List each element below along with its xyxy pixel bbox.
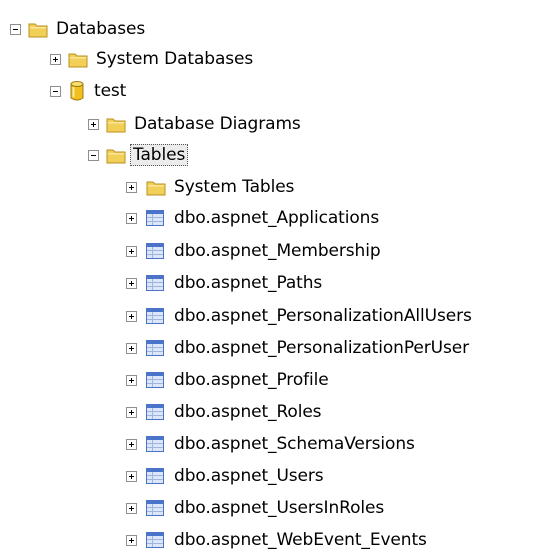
node-label: System Databases <box>96 49 254 69</box>
folder-icon <box>68 53 88 67</box>
tree-node-table[interactable]: dbo.aspnet_Roles <box>126 398 323 426</box>
table-label: dbo.aspnet_Paths <box>174 273 323 293</box>
table-icon <box>146 436 164 452</box>
object-explorer-tree: Databases System Databases test Database… <box>0 0 540 550</box>
expand-toggle[interactable] <box>126 277 137 289</box>
tree-node-table[interactable]: dbo.aspnet_Membership <box>126 237 383 265</box>
table-label: dbo.aspnet_Applications <box>174 208 380 228</box>
expand-toggle[interactable] <box>126 310 137 322</box>
expand-toggle[interactable] <box>126 212 137 224</box>
node-label: System Tables <box>174 177 295 197</box>
table-label: dbo.aspnet_Profile <box>174 370 329 390</box>
folder-icon <box>146 181 166 195</box>
table-icon <box>146 243 164 259</box>
collapse-toggle[interactable] <box>10 23 21 35</box>
expand-toggle[interactable] <box>126 470 137 482</box>
tree-node-database-diagrams[interactable]: Database Diagrams <box>88 110 303 138</box>
tree-node-table[interactable]: dbo.aspnet_Users <box>126 462 326 490</box>
table-icon <box>146 308 164 324</box>
collapse-toggle[interactable] <box>50 85 61 97</box>
tree-node-table[interactable]: dbo.aspnet_Profile <box>126 366 331 394</box>
node-label: test <box>94 81 127 101</box>
node-label: Database Diagrams <box>134 114 301 134</box>
table-icon <box>146 500 164 516</box>
tree-node-table[interactable]: dbo.aspnet_SchemaVersions <box>126 430 417 458</box>
table-icon <box>146 210 164 226</box>
table-label: dbo.aspnet_Membership <box>174 241 381 261</box>
table-icon <box>146 372 164 388</box>
tree-node-tables[interactable]: Tables <box>88 141 189 169</box>
table-icon <box>146 532 164 548</box>
tree-node-table[interactable]: dbo.aspnet_PersonalizationAllUsers <box>126 302 474 330</box>
expand-toggle[interactable] <box>126 438 137 450</box>
tree-node-databases[interactable]: Databases <box>10 15 147 43</box>
table-icon <box>146 275 164 291</box>
tree-node-table[interactable]: dbo.aspnet_UsersInRoles <box>126 494 386 522</box>
tree-node-table[interactable]: dbo.aspnet_Applications <box>126 204 381 232</box>
table-label: dbo.aspnet_Roles <box>174 402 322 422</box>
database-icon <box>70 81 84 101</box>
table-label: dbo.aspnet_PersonalizationAllUsers <box>174 306 472 326</box>
table-label: dbo.aspnet_Users <box>174 466 324 486</box>
tree-node-table[interactable]: dbo.aspnet_Paths <box>126 269 324 297</box>
node-label: Tables <box>130 144 189 166</box>
expand-toggle[interactable] <box>126 181 137 193</box>
expand-toggle[interactable] <box>126 406 137 418</box>
tree-node-table[interactable]: dbo.aspnet_PersonalizationPerUser <box>126 334 471 362</box>
tree-node-system-tables[interactable]: System Tables <box>126 173 296 201</box>
table-icon <box>146 340 164 356</box>
expand-toggle[interactable] <box>126 534 137 546</box>
expand-toggle[interactable] <box>126 374 137 386</box>
table-icon <box>146 404 164 420</box>
folder-icon <box>106 118 126 132</box>
expand-toggle[interactable] <box>50 53 61 65</box>
table-label: dbo.aspnet_UsersInRoles <box>174 498 385 518</box>
table-icon <box>146 468 164 484</box>
folder-icon <box>106 149 126 163</box>
tree-node-system-databases[interactable]: System Databases <box>50 45 255 73</box>
table-label: dbo.aspnet_SchemaVersions <box>174 434 415 454</box>
expand-toggle[interactable] <box>88 118 99 130</box>
tree-node-database-test[interactable]: test <box>50 77 128 105</box>
table-label: dbo.aspnet_PersonalizationPerUser <box>174 338 469 358</box>
collapse-toggle[interactable] <box>88 149 99 161</box>
expand-toggle[interactable] <box>126 342 137 354</box>
folder-icon <box>28 23 48 37</box>
expand-toggle[interactable] <box>126 245 137 257</box>
expand-toggle[interactable] <box>126 502 137 514</box>
table-label: dbo.aspnet_WebEvent_Events <box>174 530 427 550</box>
node-label: Databases <box>56 19 146 39</box>
